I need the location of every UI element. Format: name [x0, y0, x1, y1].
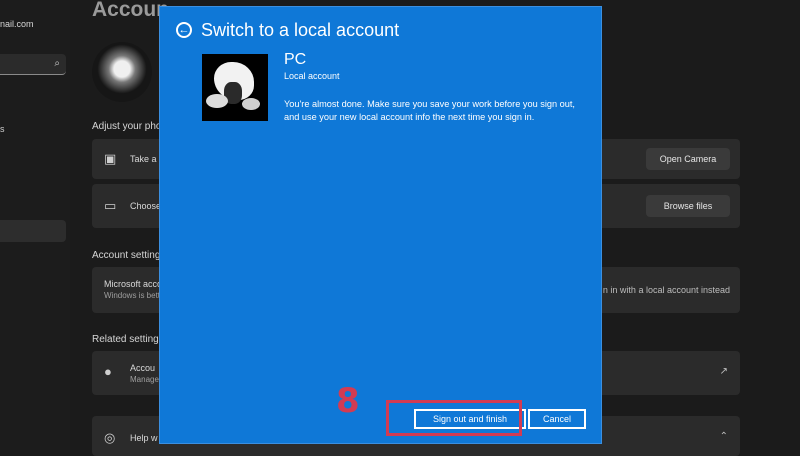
accounts-label: Accou — [130, 363, 156, 373]
dialog-message: You're almost done. Make sure you save y… — [284, 99, 575, 122]
chevron-up-icon[interactable]: ⌃ — [720, 431, 728, 442]
choose-file-label: Choose — [130, 201, 162, 211]
step-number-annotation: 8 — [336, 381, 360, 421]
folder-icon: ▭ — [104, 198, 117, 213]
account-avatar — [202, 54, 268, 121]
left-nav-pane: nail.com ⌕ s — [0, 0, 70, 450]
nav-item-accounts-selected[interactable] — [0, 220, 66, 242]
cancel-button[interactable]: Cancel — [528, 409, 586, 429]
accounts-avatar-icon: ● — [104, 364, 112, 379]
account-name: PC — [284, 51, 307, 68]
sign-in-local-link[interactable]: n in with a local account instead — [603, 285, 730, 295]
settings-search-input[interactable]: ⌕ — [0, 54, 66, 75]
microsoft-account-sub: Windows is bett — [104, 291, 161, 300]
user-avatar — [92, 42, 152, 102]
dialog-title: Switch to a local account — [201, 20, 400, 40]
browse-files-button[interactable]: Browse files — [646, 195, 730, 217]
highlight-box — [386, 400, 522, 436]
page-title: Accoun — [92, 0, 170, 21]
back-arrow-icon[interactable]: ← — [176, 22, 192, 38]
accounts-sub: Manage — [130, 375, 159, 384]
account-email: nail.com — [0, 19, 34, 29]
switch-local-account-dialog: ← Switch to a local account PC Local acc… — [159, 6, 602, 444]
external-link-icon[interactable]: ↗ — [720, 366, 728, 377]
account-type: Local account — [284, 71, 340, 81]
camera-icon: ▣ — [104, 151, 117, 166]
help-label: Help w — [130, 433, 158, 443]
search-icon[interactable]: ⌕ — [54, 58, 60, 69]
section-related-settings: Related settings — [92, 334, 164, 345]
microsoft-account-label: Microsoft acco — [104, 279, 163, 289]
nav-item-fragment[interactable]: s — [0, 124, 5, 134]
open-camera-button[interactable]: Open Camera — [646, 148, 730, 170]
section-adjust-photo: Adjust your phot — [92, 121, 165, 132]
globe-icon: ◎ — [104, 430, 116, 445]
section-account-settings: Account settings — [92, 250, 166, 261]
